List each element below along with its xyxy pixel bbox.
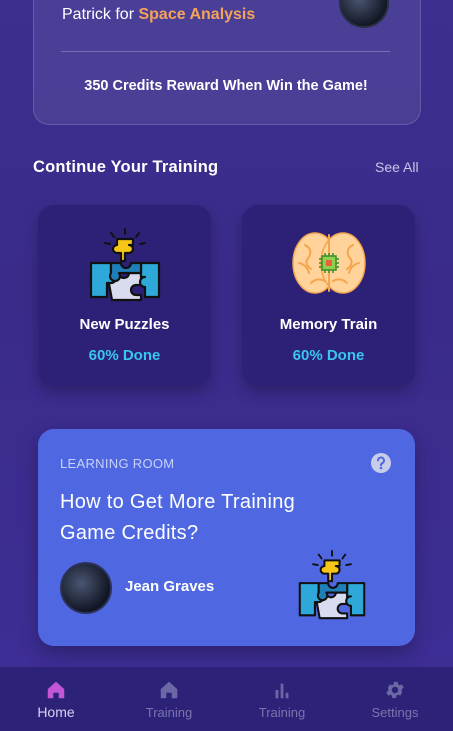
reward-text: 350 Credits Reward When Win the Game! <box>84 78 368 94</box>
training-card-memory[interactable]: Memory Train 60% Done <box>242 205 415 386</box>
nav-label: Settings <box>371 705 419 720</box>
home-icon <box>160 681 178 699</box>
see-all-link[interactable]: See All <box>375 159 419 175</box>
avatar <box>60 562 112 614</box>
gear-icon <box>386 681 404 699</box>
bar-chart-icon <box>275 683 289 699</box>
divider <box>61 51 390 52</box>
card-title: Memory Train <box>279 316 378 333</box>
nav-label: Training <box>258 705 306 720</box>
challenge-player-name: Patrick <box>62 6 111 23</box>
help-icon[interactable] <box>371 453 391 473</box>
card-progress: 60% Done <box>88 347 161 364</box>
brain-icon <box>291 232 366 294</box>
puzzle-icon <box>298 549 366 620</box>
nav-home[interactable]: Home <box>11 667 101 731</box>
learning-room-card[interactable]: LEARNING ROOM How to Get More Training G… <box>38 429 415 646</box>
home-icon <box>47 681 65 699</box>
challenge-connector: for <box>110 6 139 23</box>
bottom-nav: Home Training Training Settings <box>0 667 453 731</box>
author-name: Jean Graves <box>125 578 215 595</box>
section-title: Continue Your Training <box>33 158 219 176</box>
nav-settings[interactable]: Settings <box>350 667 440 731</box>
card-title: New Puzzles <box>79 316 170 333</box>
learning-room-title: How to Get More Training Game Credits? <box>60 491 296 544</box>
nav-training[interactable]: Training <box>124 667 214 731</box>
nav-label: Training <box>145 705 193 720</box>
challenge-text: Patrick for Space Analysis <box>62 6 255 24</box>
card-progress: 60% Done <box>292 347 365 364</box>
learning-room-label: LEARNING ROOM <box>60 456 175 471</box>
nav-training-stats[interactable]: Training <box>237 667 327 731</box>
training-card-puzzles[interactable]: New Puzzles 60% Done <box>38 205 211 386</box>
challenge-game-name: Space Analysis <box>138 6 256 23</box>
nav-label: Home <box>37 704 75 720</box>
puzzle-icon <box>89 228 160 302</box>
